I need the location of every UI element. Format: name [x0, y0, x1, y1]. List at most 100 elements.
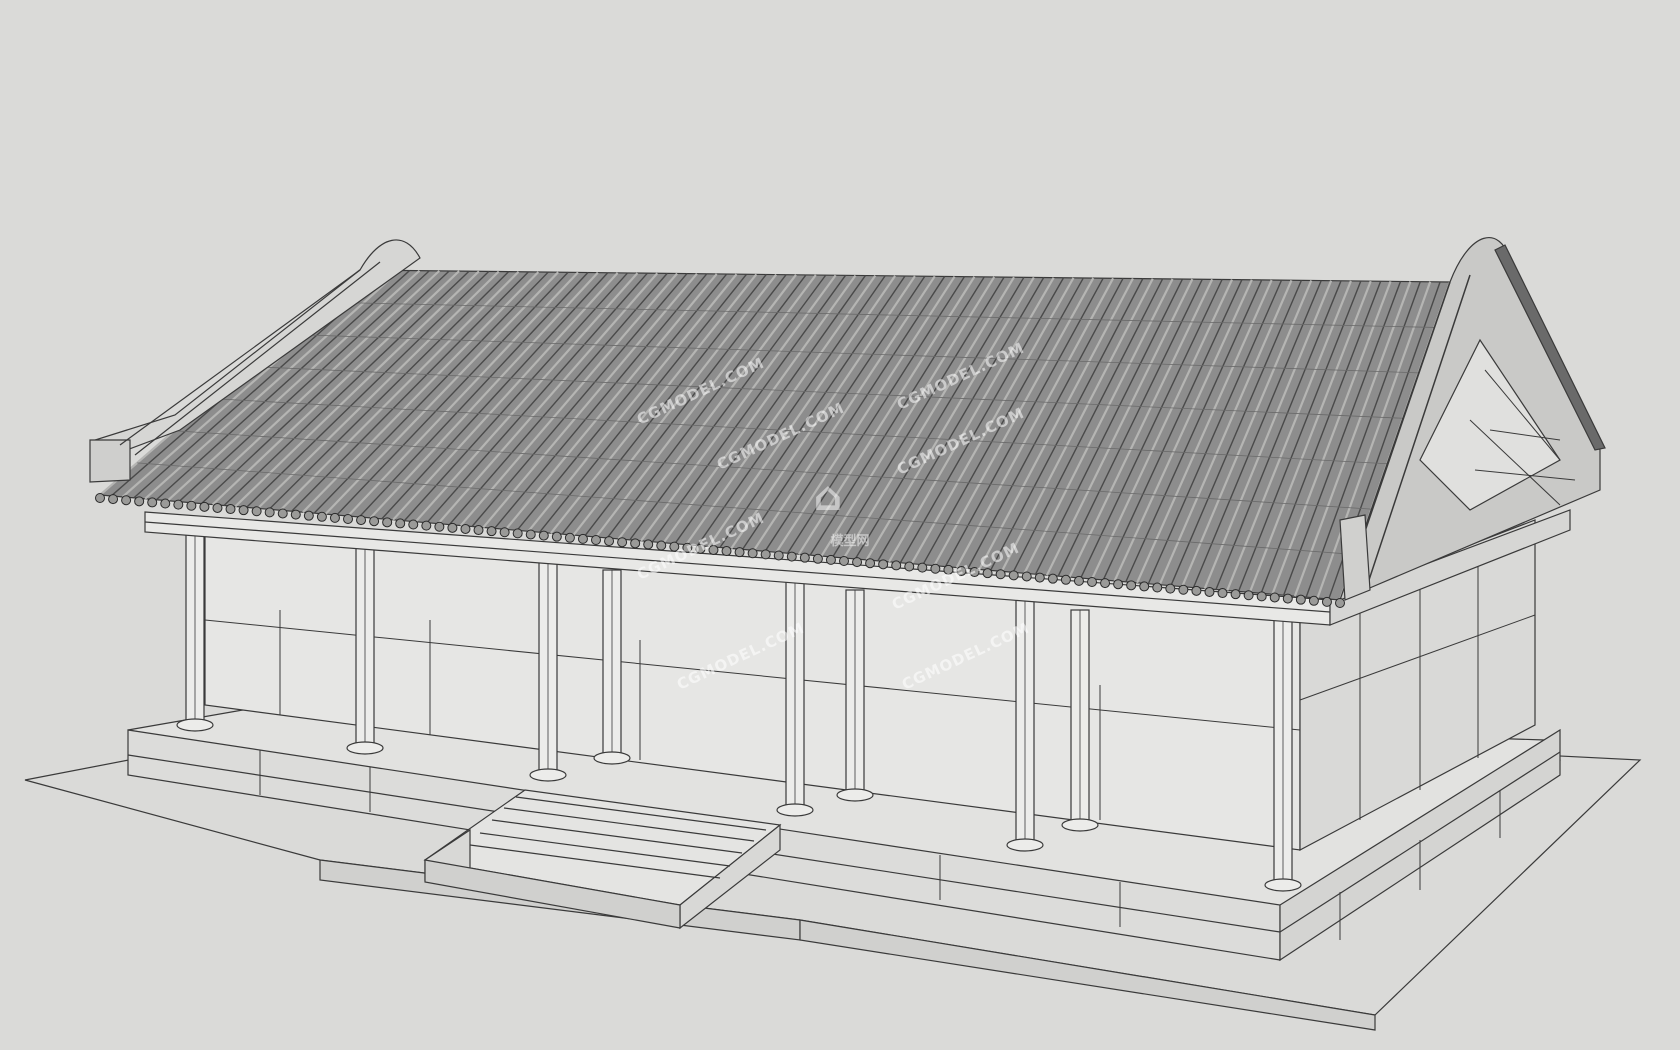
- column-base: [1006, 838, 1044, 852]
- eave-tile-end: [591, 535, 601, 545]
- eave-tile-end: [108, 494, 119, 505]
- eave-tile-end: [1269, 592, 1280, 603]
- eave-tile-end: [290, 509, 301, 520]
- eave-tile-end: [1243, 590, 1254, 601]
- eave-tile-end: [1152, 582, 1163, 593]
- eave-tile-end: [734, 547, 745, 558]
- column-base: [1264, 878, 1302, 892]
- eave-tile-end: [264, 507, 275, 518]
- eave-tile-end: [512, 528, 523, 539]
- eave-tile-end: [395, 518, 406, 529]
- watermark-logo-label: 模型网: [830, 533, 869, 549]
- eave-tile-end: [1073, 575, 1084, 586]
- eave-tile-end: [891, 560, 902, 571]
- eave-tile-end: [121, 495, 132, 506]
- eave-tile-end: [1060, 574, 1071, 585]
- eave-tile-end: [630, 538, 641, 549]
- column-base: [1061, 818, 1099, 832]
- column-base: [346, 741, 384, 755]
- watermark-logo-icon: ⌂: [814, 474, 843, 520]
- eave-tile-end: [1308, 595, 1319, 606]
- eave-tile-end: [525, 529, 536, 540]
- eave-tile-end: [812, 553, 823, 564]
- eave-tile-end: [369, 516, 380, 527]
- eave-tile-end: [1126, 580, 1137, 591]
- eave-tile-end: [799, 552, 810, 563]
- eave-tile-end: [447, 522, 458, 533]
- eave-tile-end: [760, 549, 771, 560]
- eave-tile-end: [329, 512, 340, 523]
- eave-tile-end: [173, 499, 184, 510]
- model-viewport[interactable]: CGMODEL.COM CGMODEL.COM CGMODEL.COM CGMO…: [0, 0, 1680, 1050]
- eave-tile-end: [1100, 578, 1111, 589]
- eave-tile-end: [995, 569, 1006, 580]
- eave-tile-end: [904, 561, 915, 572]
- column-base: [593, 751, 631, 765]
- eave-tile-end: [251, 506, 262, 517]
- eave-tile-end: [1282, 593, 1293, 604]
- eave-tile-end: [538, 530, 549, 541]
- eave-tile-end: [147, 497, 158, 508]
- eave-tile-end: [786, 551, 797, 562]
- eave-tile-end: [486, 526, 497, 537]
- eave-tile-end: [1295, 594, 1306, 605]
- eave-tile-end: [343, 514, 353, 524]
- eave-tile-end: [225, 504, 236, 515]
- eave-tile-end: [95, 493, 105, 503]
- eave-tile-end: [564, 532, 575, 543]
- eave-tile-end: [1165, 583, 1176, 594]
- eave-tile-end: [930, 563, 941, 574]
- eave-tile-end: [1256, 591, 1267, 602]
- eave-tile-end: [212, 502, 223, 513]
- eave-tile-end: [1321, 596, 1332, 607]
- column-base: [836, 788, 874, 802]
- eave-tile-end: [1113, 579, 1124, 590]
- eave-tile-end: [421, 520, 432, 531]
- eave-tile-end: [878, 559, 889, 570]
- eave-tile-end: [1178, 584, 1189, 595]
- eave-tile-end: [865, 558, 876, 569]
- eave-tile-end: [303, 510, 314, 521]
- eave-tile-end: [643, 539, 654, 550]
- eave-tile-end: [656, 540, 667, 551]
- eave-tile-end: [747, 548, 758, 559]
- column-base: [776, 803, 814, 817]
- eave-tile-end: [460, 523, 471, 534]
- eave-tile-end: [473, 525, 484, 536]
- eave-tile-end: [617, 537, 628, 548]
- eave-tile-end: [382, 517, 393, 528]
- eave-tile-end: [356, 515, 367, 526]
- eave-tile-end: [277, 508, 288, 519]
- eave-tile-end: [1230, 589, 1241, 600]
- eave-tile-end: [1335, 598, 1345, 608]
- column-base: [176, 718, 214, 732]
- eave-tile-end: [316, 511, 327, 522]
- eave-tile-end: [160, 498, 171, 509]
- eave-tile-end: [434, 521, 445, 532]
- eave-tile-end: [1034, 572, 1045, 583]
- eave-tile-end: [577, 533, 588, 544]
- wireframe-scene: CGMODEL.COM CGMODEL.COM CGMODEL.COM CGMO…: [24, 236, 1642, 1031]
- eave-tile-end: [721, 546, 732, 557]
- eave-tile-end: [199, 501, 210, 512]
- eave-tile-end: [839, 556, 849, 566]
- eave-tile-end: [1191, 585, 1202, 596]
- eave-tile-end: [1087, 577, 1097, 587]
- eave-tile-end: [1204, 586, 1215, 597]
- eave-tile-end: [408, 519, 419, 530]
- eave-tile-end: [499, 527, 510, 538]
- eave-tile-end: [1021, 571, 1032, 582]
- eave-tile-end: [186, 500, 197, 511]
- eave-tile-end: [238, 505, 249, 516]
- eave-tile-end: [852, 557, 863, 568]
- eave-tile-end: [1139, 581, 1150, 592]
- column-base: [529, 768, 567, 782]
- eave-tile-end: [1217, 588, 1228, 599]
- eave-tile-end: [1047, 573, 1058, 584]
- eave-tile-end: [825, 554, 836, 565]
- eave-tile-end: [1008, 570, 1019, 581]
- eave-tile-end: [551, 531, 562, 542]
- eave-tile-end: [917, 562, 928, 573]
- eave-tile-end: [604, 536, 615, 547]
- eave-tile-end: [773, 550, 784, 561]
